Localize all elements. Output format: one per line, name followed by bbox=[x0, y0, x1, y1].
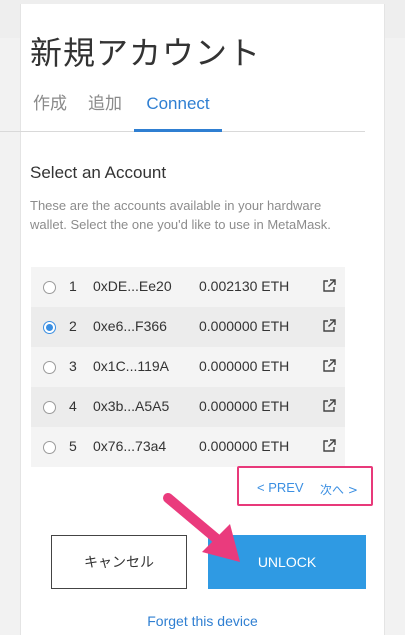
account-radio[interactable] bbox=[43, 361, 56, 374]
external-link-icon[interactable] bbox=[321, 438, 337, 454]
account-address: 0x3b...A5A5 bbox=[93, 398, 170, 414]
external-link-icon[interactable] bbox=[321, 398, 337, 414]
tab-bar: 作成 追加 Connect bbox=[0, 88, 365, 132]
section-title: Select an Account bbox=[30, 163, 167, 182]
account-row-1[interactable]: 1 0xDE...Ee20 0.002130 ETH bbox=[31, 267, 345, 307]
account-row-2[interactable]: 2 0xe6...F366 0.000000 ETH bbox=[31, 307, 345, 347]
account-index: 2 bbox=[69, 318, 77, 334]
account-list: 1 0xDE...Ee20 0.002130 ETH 2 0xe6...F366… bbox=[31, 267, 345, 467]
forget-device-link[interactable]: Forget this device bbox=[0, 613, 405, 629]
account-balance: 0.000000 ETH bbox=[199, 398, 290, 414]
account-row-5[interactable]: 5 0x76...73a4 0.000000 ETH bbox=[31, 427, 345, 467]
account-balance: 0.000000 ETH bbox=[199, 318, 290, 334]
account-address: 0x1C...119A bbox=[93, 358, 170, 374]
account-address: 0xDE...Ee20 bbox=[93, 278, 172, 294]
account-address: 0x76...73a4 bbox=[93, 438, 167, 454]
section-description: These are the accounts available in your… bbox=[30, 198, 331, 232]
next-page-link[interactable]: 次へ > bbox=[320, 481, 358, 498]
account-row-3[interactable]: 3 0x1C...119A 0.000000 ETH bbox=[31, 347, 345, 387]
external-link-icon[interactable] bbox=[321, 318, 337, 334]
account-address: 0xe6...F366 bbox=[93, 318, 167, 334]
account-balance: 0.002130 ETH bbox=[199, 278, 290, 294]
account-balance: 0.000000 ETH bbox=[199, 358, 290, 374]
tab-import[interactable]: 追加 bbox=[88, 94, 122, 132]
account-radio[interactable] bbox=[43, 441, 56, 454]
account-radio[interactable] bbox=[43, 281, 56, 294]
account-radio-selected[interactable] bbox=[43, 321, 56, 334]
page-title: 新規アカウント bbox=[30, 34, 262, 72]
account-row-4[interactable]: 4 0x3b...A5A5 0.000000 ETH bbox=[31, 387, 345, 427]
external-link-icon[interactable] bbox=[321, 358, 337, 374]
tab-create[interactable]: 作成 bbox=[33, 94, 67, 132]
account-index: 5 bbox=[69, 438, 77, 454]
account-index: 3 bbox=[69, 358, 77, 374]
external-link-icon[interactable] bbox=[321, 278, 337, 294]
account-index: 4 bbox=[69, 398, 77, 414]
account-balance: 0.000000 ETH bbox=[199, 438, 290, 454]
account-radio[interactable] bbox=[43, 401, 56, 414]
tab-connect[interactable]: Connect bbox=[134, 94, 222, 132]
annotation-arrow-icon bbox=[163, 493, 240, 562]
prev-page-link[interactable]: < PREV bbox=[257, 480, 304, 495]
account-index: 1 bbox=[69, 278, 77, 294]
